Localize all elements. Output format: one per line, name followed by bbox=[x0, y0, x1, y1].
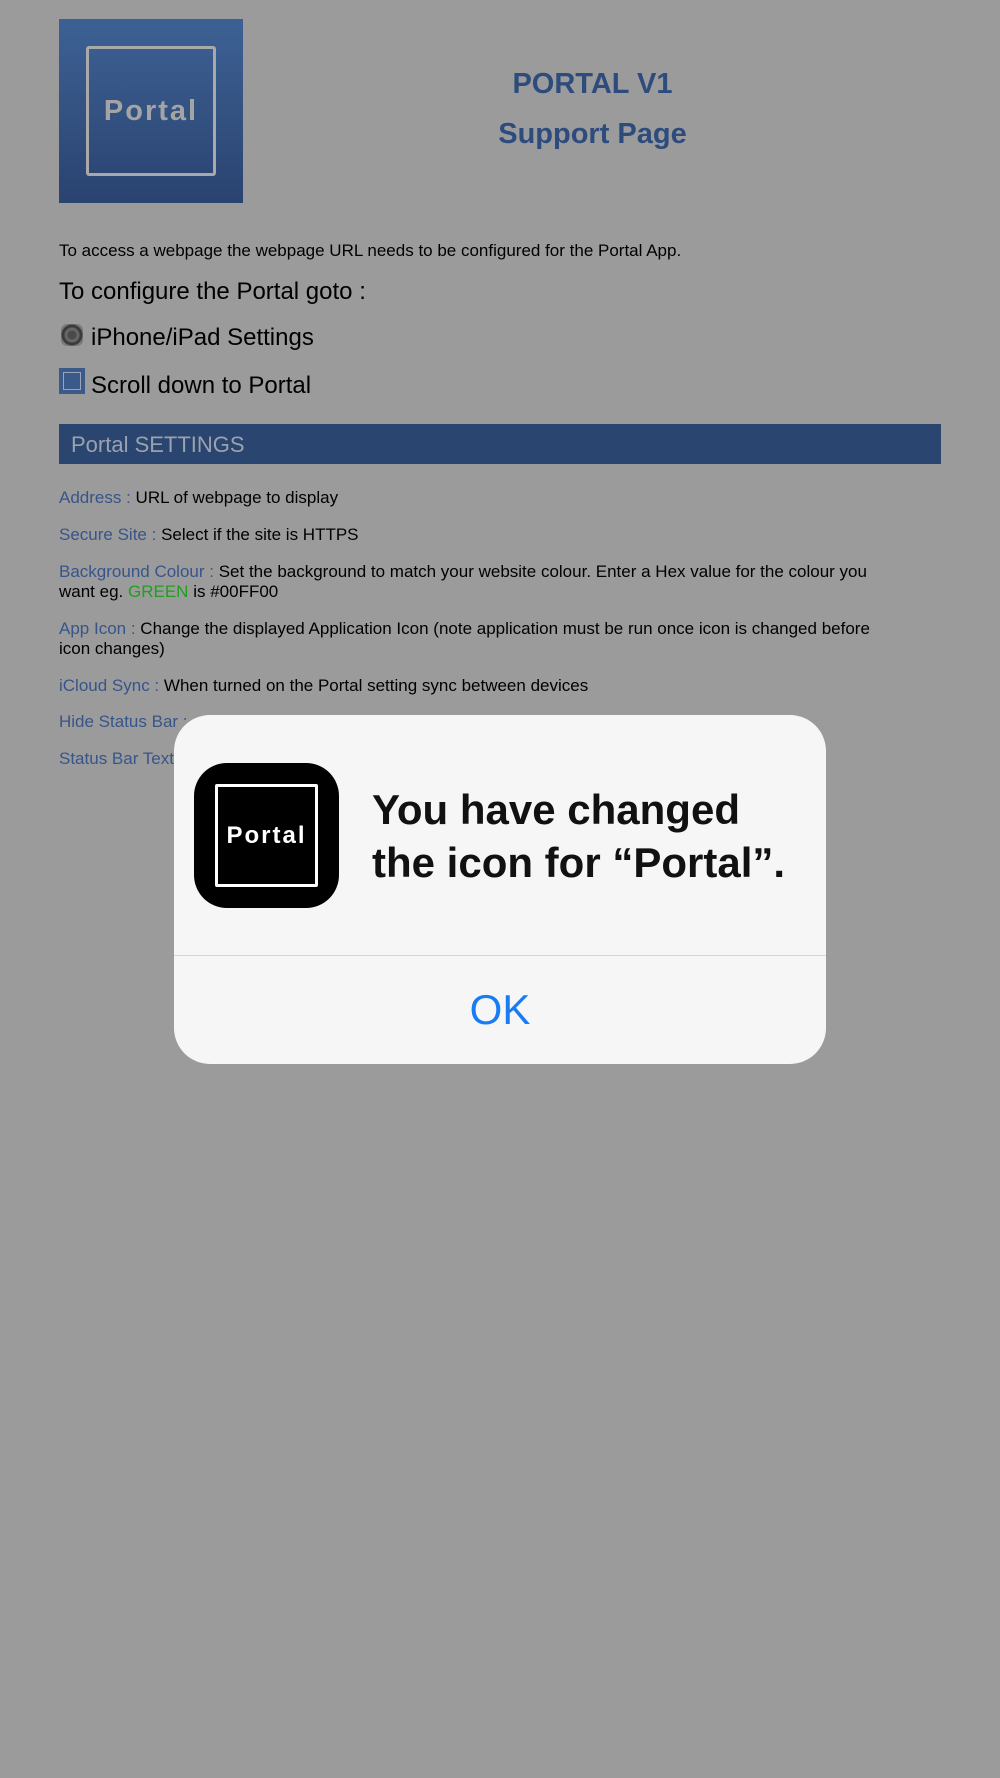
setting-label: iCloud Sync : bbox=[59, 676, 160, 695]
page-title: PORTAL V1 bbox=[512, 68, 673, 100]
support-page: Portal PORTAL V1 Support Page To access … bbox=[0, 0, 1000, 1778]
ok-button[interactable]: OK bbox=[174, 956, 826, 1064]
setting-label: Status Bar Text bbox=[59, 749, 174, 768]
setting-icloud-sync: iCloud Sync : When turned on the Portal … bbox=[59, 676, 889, 696]
setting-desc: Change the displayed Application Icon (n… bbox=[59, 619, 870, 658]
alert-message: You have changed the icon for “Portal”. bbox=[372, 786, 786, 886]
portal-app-icon bbox=[59, 368, 85, 394]
setting-desc-tail: is #00FF00 bbox=[193, 582, 279, 601]
logo-text: Portal bbox=[103, 95, 199, 127]
icon-changed-alert: Portal You have changed the icon for “Po… bbox=[174, 715, 826, 1064]
setting-app-icon: App Icon : Change the displayed Applicat… bbox=[59, 619, 889, 659]
setting-secure-site: Secure Site : Select if the site is HTTP… bbox=[59, 525, 889, 545]
settings-section-bar: Portal SETTINGS bbox=[59, 424, 941, 464]
setting-label: Background Colour : bbox=[59, 562, 214, 581]
alert-icon-text: Portal bbox=[226, 822, 307, 849]
setting-desc: When turned on the Portal setting sync b… bbox=[163, 676, 589, 695]
setting-label: Address : bbox=[59, 488, 131, 507]
step-scroll: Scroll down to Portal bbox=[91, 372, 312, 399]
setting-label: Secure Site : bbox=[59, 525, 157, 544]
setting-desc: Select if the site is HTTPS bbox=[161, 525, 359, 544]
alert-app-icon: Portal bbox=[194, 763, 339, 908]
step-settings: iPhone/iPad Settings bbox=[91, 324, 314, 351]
setting-label: Hide Status Bar : bbox=[59, 712, 188, 731]
setting-label: App Icon : bbox=[59, 619, 136, 638]
configure-heading: To configure the Portal goto : bbox=[59, 278, 366, 305]
setting-desc: URL of webpage to display bbox=[135, 488, 339, 507]
setting-background-colour: Background Colour : Set the background t… bbox=[59, 562, 889, 602]
green-highlight: GREEN bbox=[128, 582, 189, 601]
portal-logo: Portal bbox=[59, 19, 243, 203]
page-subtitle: Support Page bbox=[498, 118, 687, 150]
settings-icon bbox=[61, 324, 83, 346]
section-title: Portal SETTINGS bbox=[71, 432, 245, 457]
intro-text: To access a webpage the webpage URL need… bbox=[59, 241, 682, 260]
setting-address: Address : URL of webpage to display bbox=[59, 488, 889, 508]
